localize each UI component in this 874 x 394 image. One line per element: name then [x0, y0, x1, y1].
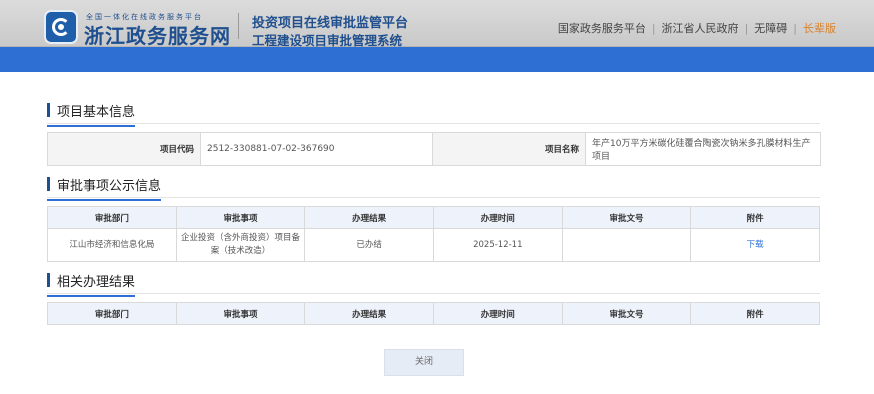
link-national-platform[interactable]: 国家政务服务平台: [558, 20, 646, 36]
column-header: 附件: [690, 302, 820, 325]
cell-department: 江山市经济和信息化局: [47, 228, 177, 262]
zhejiang-logo-icon[interactable]: [44, 10, 78, 44]
project-code-value: 2512-330881-07-02-367690: [200, 132, 433, 166]
approval-publicity-table: 审批部门 审批事项 办理结果 办理时间 审批文号 附件 江山市经济和信息化局 企…: [47, 206, 820, 262]
system-title-2: 工程建设项目审批管理系统: [252, 33, 403, 48]
site-header: 全国一体化在线政务服务平台 浙江政务服务网 投资项目在线审批监管平台 工程建设项…: [0, 0, 874, 49]
section-project-info: 项目基本信息: [47, 92, 820, 127]
close-button[interactable]: 关闭: [384, 349, 464, 376]
section-title: 相关办理结果: [47, 271, 136, 297]
cell-item: 企业投资（含外商投资）项目备案（技术改造）: [175, 228, 306, 262]
project-info-table: 项目代码 2512-330881-07-02-367690 项目名称 年产10万…: [47, 132, 821, 166]
link-zhejiang-government[interactable]: 浙江省人民政府: [662, 20, 739, 36]
section-related-results: 相关办理结果: [47, 262, 820, 297]
header-divider: [238, 13, 239, 39]
column-header: 审批文号: [561, 206, 692, 229]
column-header: 审批事项: [175, 302, 306, 325]
section-title: 项目基本信息: [47, 101, 136, 127]
section-approval-publicity: 审批事项公示信息: [47, 166, 820, 201]
link-separator: |: [744, 21, 749, 35]
logo-title[interactable]: 浙江政务服务网: [84, 20, 231, 49]
table-header-row: 审批部门 审批事项 办理结果 办理时间 审批文号 附件: [47, 206, 820, 229]
column-header: 办理时间: [432, 302, 563, 325]
section-title: 审批事项公示信息: [47, 175, 162, 201]
column-header: 办理结果: [304, 206, 434, 229]
project-name-label: 项目名称: [432, 132, 586, 166]
column-header: 审批部门: [47, 302, 177, 325]
column-header: 审批部门: [47, 206, 177, 229]
top-links: 国家政务服务平台 | 浙江省人民政府 | 无障碍 | 长辈版: [558, 20, 836, 36]
table-header-row: 审批部门 审批事项 办理结果 办理时间 审批文号 附件: [47, 302, 820, 325]
project-name-value: 年产10万平方米碳化硅覆合陶瓷次钠米多孔膜材料生产项目: [585, 132, 821, 166]
link-separator: |: [651, 21, 656, 35]
column-header: 办理结果: [304, 302, 434, 325]
table-row: 江山市经济和信息化局 企业投资（含外商投资）项目备案（技术改造） 已办结 202…: [47, 228, 820, 262]
main-content: 项目基本信息 项目代码 2512-330881-07-02-367690 项目名…: [47, 92, 821, 325]
column-header: 附件: [690, 206, 820, 229]
download-link[interactable]: 下载: [747, 240, 764, 250]
link-separator: |: [793, 21, 797, 35]
cell-time: 2025-12-11: [432, 228, 563, 262]
column-header: 审批文号: [561, 302, 692, 325]
column-header: 办理时间: [432, 206, 563, 229]
link-elder-version[interactable]: 长辈版: [803, 20, 836, 36]
link-accessibility[interactable]: 无障碍: [754, 20, 787, 36]
cell-doc-no: [561, 228, 692, 262]
table-row: 项目代码 2512-330881-07-02-367690 项目名称 年产10万…: [47, 132, 821, 166]
cell-result: 已办结: [304, 228, 434, 262]
related-results-table: 审批部门 审批事项 办理结果 办理时间 审批文号 附件: [47, 302, 820, 325]
column-header: 审批事项: [175, 206, 306, 229]
project-code-label: 项目代码: [47, 132, 201, 166]
system-title-1: 投资项目在线审批监管平台: [252, 16, 409, 31]
cell-attachment: 下载: [690, 228, 820, 262]
blue-nav-band: [0, 47, 874, 72]
